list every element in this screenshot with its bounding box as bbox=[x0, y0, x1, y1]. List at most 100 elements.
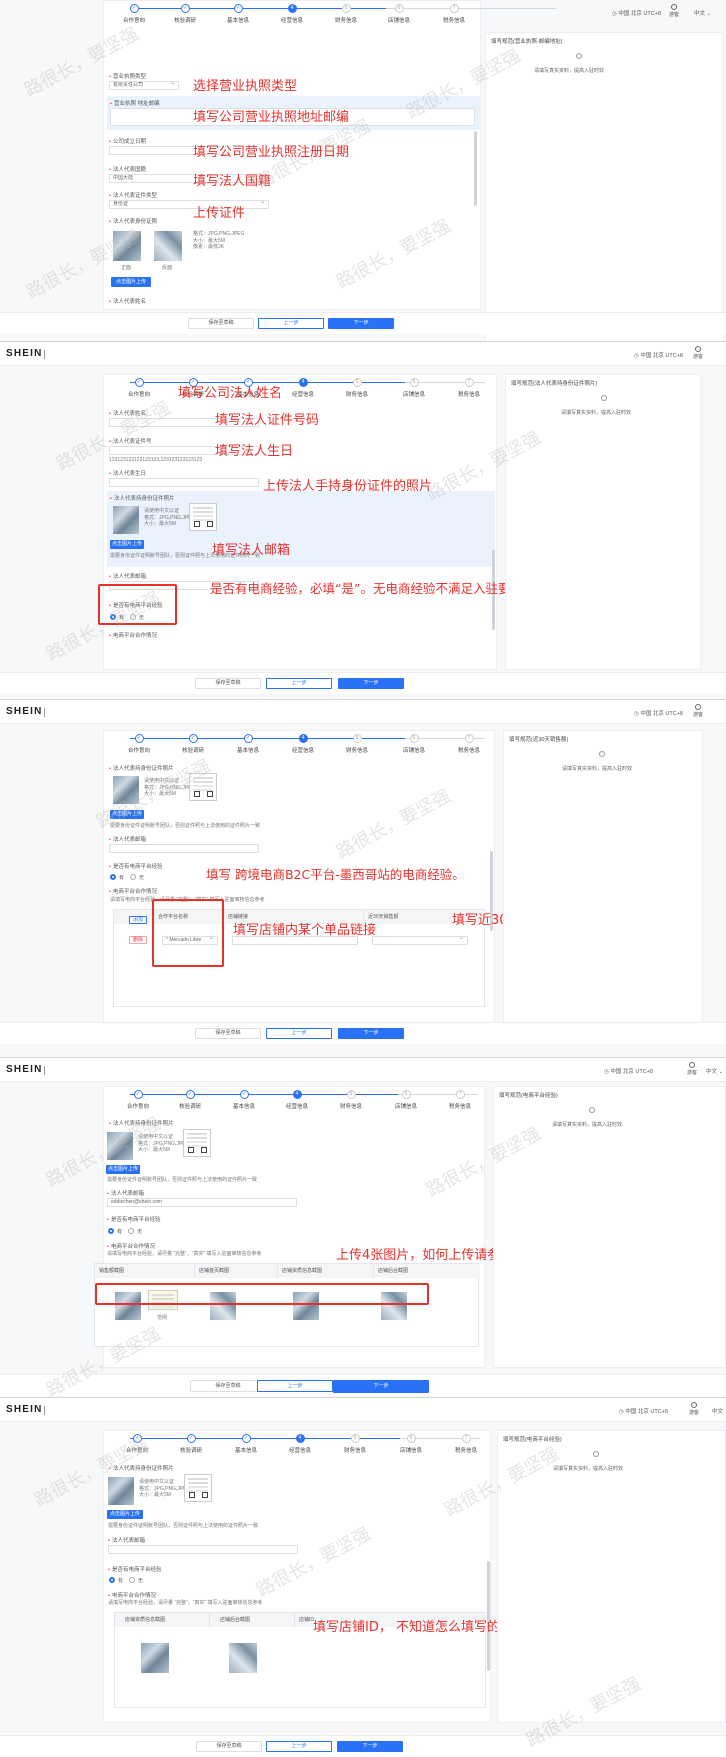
step-6: 6 店铺信息 bbox=[394, 1090, 417, 1110]
id-front-image[interactable] bbox=[113, 231, 141, 261]
shop-id-input[interactable] bbox=[301, 1643, 304, 1652]
upload-specs: 格式：JPG,PNG,JPEG 大小：最大5M 像素：最低2K bbox=[193, 231, 245, 250]
language-switch[interactable]: 中文 ⌄ bbox=[706, 1067, 723, 1075]
shein-logo[interactable]: SHEIN bbox=[6, 348, 43, 359]
save-draft-button[interactable]: 保存至草稿 bbox=[195, 1028, 261, 1039]
sample-document-image[interactable] bbox=[189, 773, 217, 801]
prev-button[interactable]: 上一步 bbox=[266, 678, 332, 689]
add-row-button[interactable]: 添加 bbox=[129, 916, 147, 924]
step-1: ✓ 合作意向 bbox=[127, 378, 150, 398]
annotation: 填写公司营业执照地址邮编 bbox=[193, 110, 350, 125]
annotation: 填写公司法人姓名 bbox=[178, 386, 283, 401]
user-menu[interactable]: 游客 bbox=[686, 1402, 702, 1416]
col-backend-screenshot: 店铺后台截图 bbox=[210, 1613, 295, 1627]
step-7: 7 税务信息 bbox=[457, 734, 480, 754]
email-label: 法人代表邮箱 bbox=[109, 835, 146, 843]
email-input[interactable] bbox=[109, 844, 259, 853]
ecom-yes-radio[interactable] bbox=[110, 874, 116, 880]
ecom-info-label: 电商平台合作情况 bbox=[109, 631, 157, 639]
user-icon bbox=[671, 4, 677, 10]
ecom-yes-radio[interactable] bbox=[109, 1577, 115, 1583]
delete-row-button[interactable]: 删除 bbox=[129, 936, 147, 944]
ecom-no-radio[interactable] bbox=[129, 1577, 135, 1583]
prev-button[interactable]: 上一步 bbox=[257, 1380, 333, 1392]
timezone[interactable]: ◷ 中国 北京 UTC+8 bbox=[612, 9, 661, 17]
sample-document-image[interactable] bbox=[184, 1474, 212, 1502]
language-switch[interactable]: 中文 bbox=[712, 1407, 723, 1415]
timezone[interactable]: ◷ 中国 北京 UTC+8 bbox=[634, 709, 683, 717]
annotation: 填写 跨境电商B2C平台-墨西哥站的电商经验。 bbox=[206, 867, 465, 882]
sample-document-image[interactable] bbox=[183, 1129, 211, 1157]
license-type-select[interactable]: 有限责任公司 bbox=[109, 81, 179, 90]
step-7: 7 税务信息 bbox=[448, 1090, 471, 1110]
shein-logo[interactable]: SHEIN bbox=[6, 1404, 43, 1415]
language-switch[interactable]: 中文 ⌄ bbox=[694, 9, 711, 17]
next-button[interactable]: 下一步 bbox=[333, 1380, 429, 1393]
ecom-no-radio[interactable] bbox=[128, 1228, 134, 1234]
clock-icon: ◷ bbox=[634, 353, 639, 359]
next-button[interactable]: 下一步 bbox=[337, 1741, 403, 1752]
timezone[interactable]: ◷ 中国 北京 UTC+8 bbox=[634, 351, 683, 359]
step-6: 6 店铺信息 bbox=[402, 378, 425, 398]
upload-button[interactable]: 点击图片上传 bbox=[106, 1165, 140, 1174]
qual-image[interactable] bbox=[141, 1643, 169, 1673]
clock-icon: ◷ bbox=[619, 1409, 624, 1415]
footer-bar: 保存至草稿 上一步 下一步 bbox=[0, 1374, 726, 1396]
step-1: ✓ 合作意向 bbox=[126, 1090, 149, 1110]
hold-photo-image[interactable] bbox=[107, 1132, 133, 1160]
scrollbar[interactable] bbox=[474, 131, 477, 206]
top-bar: SHEIN ◷ 中国 北京 UTC+8 游客 bbox=[0, 342, 726, 366]
sample-document-image[interactable] bbox=[189, 503, 217, 531]
save-draft-button[interactable]: 保存至草稿 bbox=[188, 318, 254, 329]
next-button[interactable]: 下一步 bbox=[338, 678, 404, 689]
side-panel: 填写规范(法人代表持身份证件照片) 请填写真实资料，提高入驻时效 bbox=[505, 374, 701, 670]
upload-button[interactable]: 点击图片上传 bbox=[110, 540, 144, 549]
hold-photo-image[interactable] bbox=[113, 776, 139, 804]
prev-button[interactable]: 上一步 bbox=[266, 1028, 332, 1039]
prev-button[interactable]: 上一步 bbox=[266, 1741, 332, 1752]
upload-button[interactable]: 点击图片上传 bbox=[110, 810, 144, 819]
birth-input[interactable] bbox=[109, 478, 259, 487]
clock-icon: ◷ bbox=[612, 11, 617, 17]
upload-button[interactable]: 点击图片上传 bbox=[107, 1510, 143, 1519]
next-button[interactable]: 下一步 bbox=[328, 318, 394, 329]
step-7: 7 税务信息 bbox=[454, 1434, 477, 1454]
next-button[interactable]: 下一步 bbox=[338, 1028, 404, 1039]
upload-specs: 请使用中文以证 格式：JPG,PNG,JPEG 大小：最大5M bbox=[139, 1479, 191, 1498]
timezone[interactable]: ◷ 中国 北京 UTC+8 bbox=[604, 1067, 653, 1075]
check-icon: ✓ bbox=[134, 378, 144, 387]
screenshot-panel-4: SHEIN ◷ 中国 北京 UTC+8 游客 中文 ⌄ ✓ 合作意向 ✓ 核验调研 … bbox=[0, 1058, 726, 1398]
lightbulb-icon bbox=[576, 53, 582, 59]
user-menu[interactable]: 游客 bbox=[690, 704, 706, 718]
user-menu[interactable]: 游客 bbox=[666, 4, 682, 18]
shein-logo[interactable]: SHEIN bbox=[6, 706, 43, 717]
prev-button[interactable]: 上一步 bbox=[258, 318, 324, 329]
shein-logo[interactable]: SHEIN bbox=[6, 1064, 43, 1075]
check-icon: ✓ bbox=[185, 1090, 195, 1099]
user-menu[interactable]: 游客 bbox=[690, 346, 706, 360]
upload-button[interactable]: 点击图片上传 bbox=[111, 277, 151, 287]
timezone[interactable]: ◷ 中国 北京 UTC+8 bbox=[619, 1407, 668, 1415]
step-1: ✓ 合作意向 bbox=[127, 734, 150, 754]
ecom-yes-radio[interactable] bbox=[108, 1228, 114, 1234]
id-no-echo: 123123123123123123,123123123123123 bbox=[109, 457, 203, 463]
save-draft-button[interactable]: 保存至草稿 bbox=[195, 678, 261, 689]
front-caption: 正面 bbox=[121, 265, 132, 271]
hold-photo-image[interactable] bbox=[113, 506, 139, 534]
top-bar: SHEIN ◷ 中国 北京 UTC+8 游客 中文 ⌄ bbox=[0, 1058, 726, 1082]
hold-photo-label: 法人代表持身份证件照片 bbox=[109, 1119, 174, 1127]
id-back-image[interactable] bbox=[154, 231, 182, 261]
save-draft-button[interactable]: 保存至草稿 bbox=[190, 1380, 266, 1392]
form-card: ✓ 合作意向 ✓ 核验调研 ✓ 基本信息 4 经营信息 5 财务信息 6 店铺信息 7 税务信… bbox=[103, 1430, 491, 1723]
ecom-no-radio[interactable] bbox=[130, 874, 136, 880]
email-input[interactable]: eddiechen@shein.com bbox=[107, 1198, 297, 1207]
save-draft-button[interactable]: 保存至草稿 bbox=[196, 1741, 262, 1752]
email-input[interactable] bbox=[108, 1545, 298, 1554]
sales-select[interactable] bbox=[372, 936, 468, 945]
user-menu[interactable]: 游客 bbox=[684, 1062, 700, 1076]
screenshot-panel-2: SHEIN ◷ 中国 北京 UTC+8 游客 ✓ 合作意向 ✓ 核验调研 ✓ 基本信息… bbox=[0, 342, 726, 700]
hold-photo-label: 法人代表持身份证件照片 bbox=[110, 494, 175, 502]
backend-image[interactable] bbox=[229, 1643, 257, 1673]
annotation: 填写法人证件号码 bbox=[215, 413, 320, 428]
hold-photo-image[interactable] bbox=[108, 1477, 134, 1505]
